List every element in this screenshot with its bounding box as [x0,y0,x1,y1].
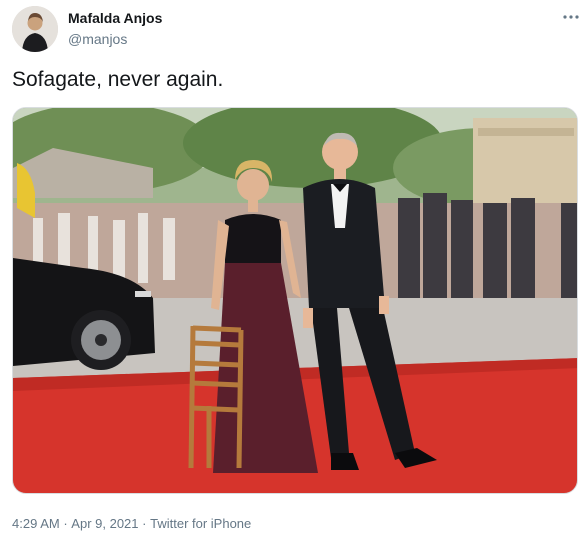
more-horizontal-icon[interactable] [560,8,582,26]
tweet-date[interactable]: Apr 9, 2021 [71,516,138,531]
meta-separator: · [63,516,68,532]
avatar-image [12,6,58,52]
author-handle[interactable]: @manjos [68,31,127,47]
tweet-time[interactable]: 4:29 AM [12,516,60,531]
author-name[interactable]: Mafalda Anjos [68,10,162,26]
tweet-source[interactable]: Twitter for iPhone [150,516,251,531]
avatar[interactable] [12,6,58,52]
tweet-card: Mafalda Anjos @manjos Sofagate, never ag… [0,0,587,541]
tweet-meta: 4:29 AM · Apr 9, 2021 · Twitter for iPho… [12,515,251,531]
tweet-text: Sofagate, never again. [12,68,224,91]
tweet-photo[interactable] [12,107,578,494]
meta-separator: · [142,516,147,532]
